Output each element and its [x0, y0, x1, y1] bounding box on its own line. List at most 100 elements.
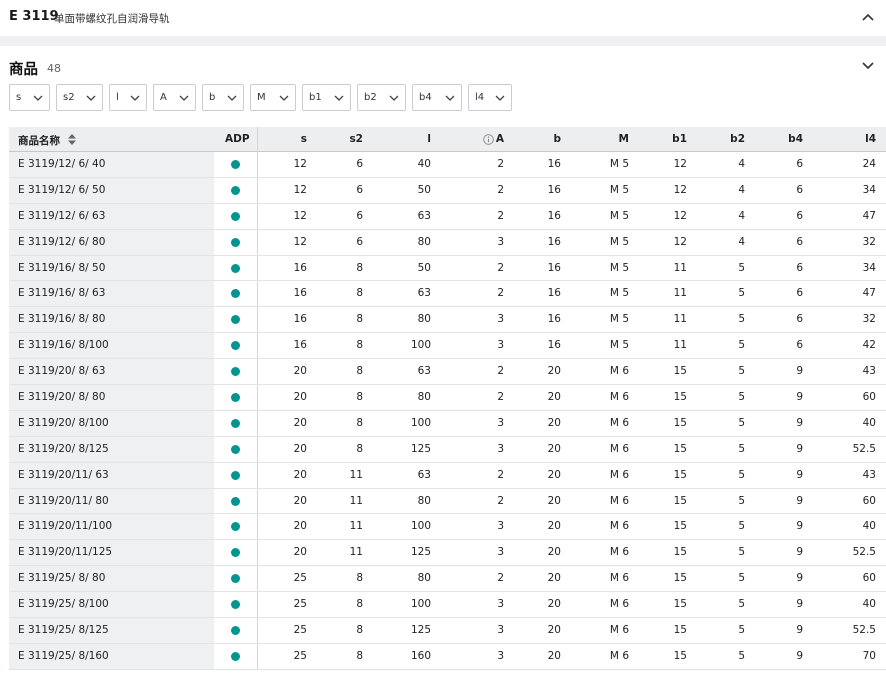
- filter-l[interactable]: l: [109, 84, 147, 111]
- cell-b: 20: [547, 624, 561, 637]
- product-name-cell[interactable]: E 3119/12/ 6/ 80: [18, 236, 105, 248]
- product-name-cell[interactable]: E 3119/20/ 8/ 63: [18, 365, 105, 377]
- cell-b1: 12: [673, 209, 687, 222]
- cell-b1: 15: [673, 649, 687, 662]
- table-row[interactable]: E 3119/16/ 8/ 80 16 8 80 3 16 M 5 11 5 6 32: [9, 307, 886, 334]
- cell-l4: 42: [862, 339, 876, 352]
- product-name-cell[interactable]: E 3119/25/ 8/ 80: [18, 572, 105, 584]
- cell-m: M 5: [609, 209, 629, 222]
- cell-a: 2: [497, 287, 504, 300]
- table-row[interactable]: E 3119/25/ 8/160 25 8 160 3 20 M 6 15 5 9 70: [9, 644, 886, 670]
- cell-s2: 8: [356, 339, 363, 352]
- filter-a[interactable]: A: [153, 84, 196, 111]
- cell-b: 20: [547, 572, 561, 585]
- chevron-up-icon[interactable]: [860, 9, 876, 25]
- product-name-cell[interactable]: E 3119/20/11/ 63: [18, 469, 109, 481]
- sort-icon[interactable]: [67, 133, 77, 146]
- cell-a: 3: [497, 624, 504, 637]
- product-name-cell[interactable]: E 3119/25/ 8/125: [18, 624, 109, 636]
- table-row[interactable]: E 3119/16/ 8/ 63 16 8 63 2 16 M 5 11 5 6 47: [9, 281, 886, 308]
- column-header-name[interactable]: 商品名称: [18, 133, 60, 148]
- table-row[interactable]: E 3119/25/ 8/125 25 8 125 3 20 M 6 15 5 9 52.5: [9, 618, 886, 644]
- product-name-cell[interactable]: E 3119/20/11/100: [18, 520, 112, 532]
- filter-m[interactable]: M: [250, 84, 296, 111]
- cell-s2: 8: [356, 365, 363, 378]
- cell-s: 25: [293, 624, 307, 637]
- cell-a: 2: [497, 209, 504, 222]
- cell-s2: 6: [356, 183, 363, 196]
- product-name-cell[interactable]: E 3119/12/ 6/ 40: [18, 158, 105, 170]
- cell-b2: 5: [738, 468, 745, 481]
- cell-l4: 52.5: [852, 624, 876, 637]
- product-name-cell[interactable]: E 3119/16/ 8/ 63: [18, 287, 105, 299]
- cell-m: M 5: [609, 313, 629, 326]
- cell-b: 20: [547, 391, 561, 404]
- cell-s2: 11: [349, 494, 363, 507]
- table-row[interactable]: E 3119/12/ 6/ 80 12 6 80 3 16 M 5 12 4 6 32: [9, 230, 886, 256]
- product-name-cell[interactable]: E 3119/25/ 8/160: [18, 650, 109, 662]
- cell-s: 20: [293, 494, 307, 507]
- product-name-cell[interactable]: E 3119/20/11/ 80: [18, 495, 109, 507]
- filter-b2[interactable]: b2: [357, 84, 406, 111]
- product-name-cell[interactable]: E 3119/12/ 6/ 50: [18, 184, 105, 196]
- cell-s2: 6: [356, 209, 363, 222]
- table-row[interactable]: E 3119/16/ 8/100 16 8 100 3 16 M 5 11 5 6 42: [9, 333, 886, 360]
- column-header-b: b: [553, 133, 561, 145]
- column-header-b4: b4: [788, 133, 803, 145]
- cell-a: 3: [497, 442, 504, 455]
- chevron-down-icon[interactable]: [860, 57, 876, 73]
- filter-b[interactable]: b: [202, 84, 244, 111]
- cell-m: M 6: [609, 649, 629, 662]
- table-row[interactable]: E 3119/20/11/ 80 20 11 80 2 20 M 6 15 5 9 60: [9, 489, 886, 515]
- table-row[interactable]: E 3119/20/11/ 63 20 11 63 2 20 M 6 15 5 9 43: [9, 463, 886, 489]
- cell-a: 2: [497, 391, 504, 404]
- cell-l4: 70: [862, 649, 876, 662]
- filter-s2[interactable]: s2: [56, 84, 103, 111]
- product-name-cell[interactable]: E 3119/25/ 8/100: [18, 598, 109, 610]
- table-row[interactable]: E 3119/12/ 6/ 63 12 6 63 2 16 M 5 12 4 6 47: [9, 204, 886, 230]
- cell-s: 16: [293, 261, 307, 274]
- table-row[interactable]: E 3119/20/ 8/ 80 20 8 80 2 20 M 6 15 5 9 60: [9, 385, 886, 411]
- cell-s2: 8: [356, 442, 363, 455]
- cell-a: 3: [497, 313, 504, 326]
- filter-l4[interactable]: l4: [468, 84, 512, 111]
- column-header-b2: b2: [730, 133, 745, 145]
- filter-b4[interactable]: b4: [412, 84, 462, 111]
- product-name-cell[interactable]: E 3119/20/ 8/ 80: [18, 391, 105, 403]
- column-header-a: A: [495, 133, 504, 145]
- status-dot-icon: [231, 418, 240, 428]
- table-row[interactable]: E 3119/12/ 6/ 50 12 6 50 2 16 M 5 12 4 6 34: [9, 178, 886, 204]
- cell-l: 100: [410, 416, 431, 429]
- cell-m: M 6: [609, 546, 629, 559]
- product-name-cell[interactable]: E 3119/20/11/125: [18, 546, 112, 558]
- filter-b1[interactable]: b1: [302, 84, 351, 111]
- cell-s2: 11: [349, 468, 363, 481]
- table-row[interactable]: E 3119/20/ 8/125 20 8 125 3 20 M 6 15 5 9 52.5: [9, 437, 886, 463]
- product-name-cell[interactable]: E 3119/20/ 8/100: [18, 417, 109, 429]
- cell-b: 20: [547, 365, 561, 378]
- cell-s: 16: [293, 313, 307, 326]
- product-name-cell[interactable]: E 3119/12/ 6/ 63: [18, 210, 105, 222]
- product-name-cell[interactable]: E 3119/16/ 8/ 50: [18, 262, 105, 274]
- cell-b: 16: [547, 158, 561, 170]
- product-name-cell[interactable]: E 3119/16/ 8/100: [18, 339, 109, 351]
- product-name-cell[interactable]: E 3119/16/ 8/ 80: [18, 313, 105, 325]
- filter-s[interactable]: s: [9, 84, 50, 111]
- table-row[interactable]: E 3119/20/ 8/100 20 8 100 3 20 M 6 15 5 9 40: [9, 411, 886, 437]
- cell-b2: 5: [738, 313, 745, 326]
- table-row[interactable]: E 3119/20/11/100 20 11 100 3 20 M 6 15 5 9 40: [9, 514, 886, 541]
- table-row[interactable]: E 3119/25/ 8/100 25 8 100 3 20 M 6 15 5 9 40: [9, 592, 886, 619]
- cell-b4: 9: [796, 468, 803, 481]
- table-row[interactable]: E 3119/12/ 6/ 40 12 6 40 2 16 M 5 12 4 6 24: [9, 152, 886, 178]
- table-row[interactable]: E 3119/20/11/125 20 11 125 3 20 M 6 15 5 9 52.5: [9, 540, 886, 567]
- product-name-cell[interactable]: E 3119/20/ 8/125: [18, 443, 109, 455]
- table-row[interactable]: E 3119/16/ 8/ 50 16 8 50 2 16 M 5 11 5 6 34: [9, 256, 886, 282]
- cell-s2: 8: [356, 572, 363, 585]
- filter-label: l: [116, 92, 119, 103]
- cell-a: 2: [497, 468, 504, 481]
- table-row[interactable]: E 3119/25/ 8/ 80 25 8 80 2 20 M 6 15 5 9 60: [9, 566, 886, 593]
- table-row[interactable]: E 3119/20/ 8/ 63 20 8 63 2 20 M 6 15 5 9 43: [9, 359, 886, 386]
- cell-l: 80: [417, 235, 431, 248]
- cell-l4: 43: [862, 365, 876, 378]
- cell-b4: 9: [796, 494, 803, 507]
